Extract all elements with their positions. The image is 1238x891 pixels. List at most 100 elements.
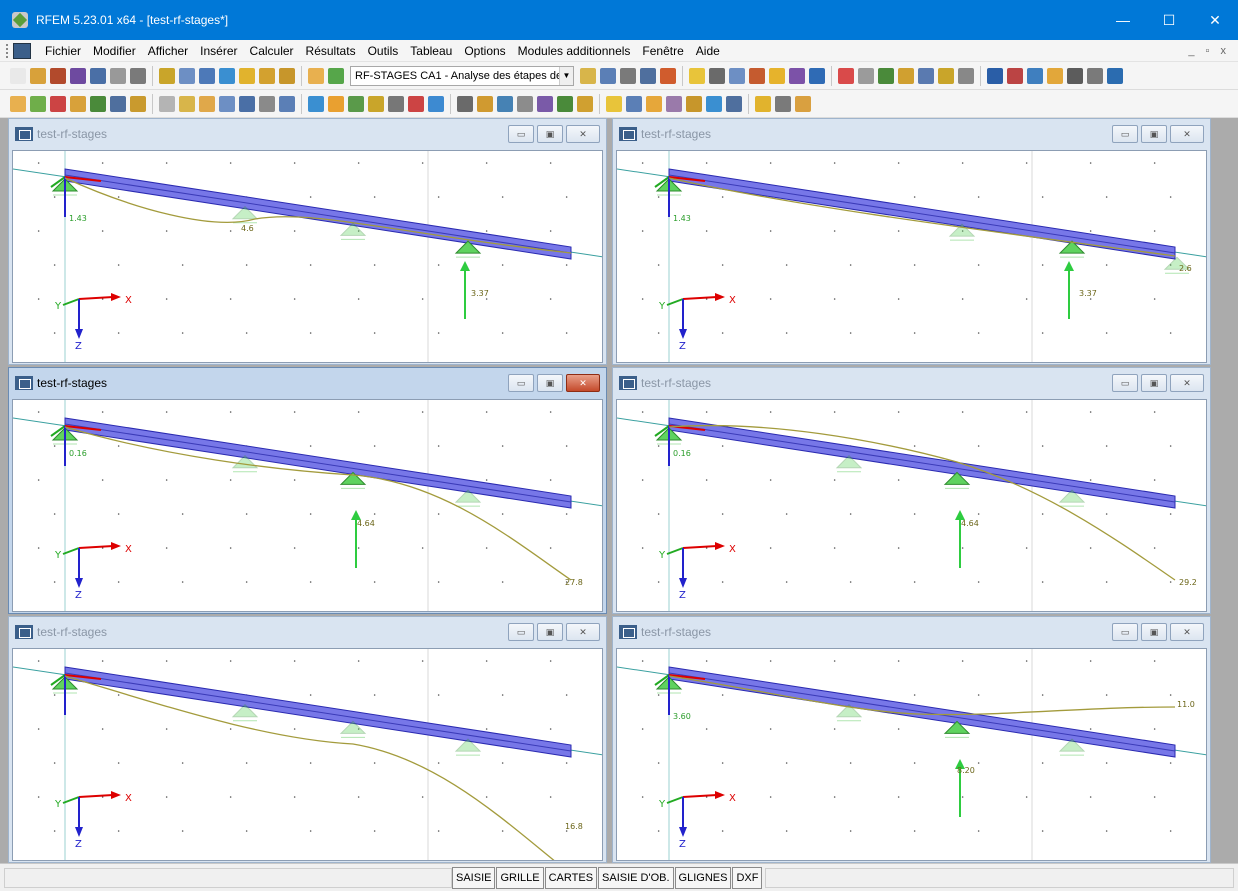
toolbar-tool-icon[interactable] (660, 67, 676, 84)
model-window-6[interactable]: test-rf-stages ▭ ▣ ✕ 3.60 11.0 8.20 X Y Z (612, 616, 1211, 863)
status-dxf-button[interactable]: DXF (732, 866, 763, 889)
menu-resultats[interactable]: Résultats (300, 44, 362, 58)
toolbar-tool-icon[interactable] (686, 95, 702, 112)
document-icon[interactable] (13, 42, 31, 59)
model-window-minimize-button[interactable]: ▭ (1112, 623, 1138, 641)
toolbar-tool-icon[interactable] (775, 95, 791, 112)
toolbar-tool-icon[interactable] (428, 95, 444, 112)
toolbar-tool-icon[interactable] (878, 67, 894, 84)
toolbar-tool-icon[interactable] (557, 95, 573, 112)
toolbar-tool-icon[interactable] (110, 95, 126, 112)
toolbar-tool-icon[interactable] (159, 67, 175, 84)
toolbar-tool-icon[interactable] (898, 67, 914, 84)
toolbar-tool-icon[interactable] (179, 67, 195, 84)
toolbar-tool-icon[interactable] (308, 67, 324, 84)
model-viewport[interactable]: 1.43 4.6 3.37 X Y Z (12, 150, 603, 363)
toolbar-tool-icon[interactable] (517, 95, 533, 112)
toolbar-tool-icon[interactable] (90, 95, 106, 112)
toolbar-tool-icon[interactable] (918, 67, 934, 84)
menu-afficher[interactable]: Afficher (142, 44, 194, 58)
toolbar-tool-icon[interactable] (259, 67, 275, 84)
toolbar-tool-icon[interactable] (620, 67, 636, 84)
toolbar-tool-icon[interactable] (239, 67, 255, 84)
model-window-close-button[interactable]: ✕ (1170, 623, 1204, 641)
toolbar-tool-icon[interactable] (279, 67, 295, 84)
minimize-button[interactable]: — (1100, 0, 1146, 40)
toolbar-tool-icon[interactable] (646, 95, 662, 112)
toolbar-tool-icon[interactable] (308, 95, 324, 112)
toolbar-tool-icon[interactable] (50, 95, 66, 112)
toolbar-tool-icon[interactable] (259, 95, 275, 112)
toolbar-tool-icon[interactable] (706, 95, 722, 112)
toolbar-tool-icon[interactable] (809, 67, 825, 84)
toolbar-tool-icon[interactable] (1027, 67, 1043, 84)
toolbar-tool-icon[interactable] (600, 67, 616, 84)
model-window-restore-button[interactable]: ▣ (537, 623, 563, 641)
toolbar-tool-icon[interactable] (328, 95, 344, 112)
toolbar-tool-icon[interactable] (626, 95, 642, 112)
toolbar-tool-icon[interactable] (130, 67, 146, 84)
chevron-down-icon[interactable]: ▼ (559, 66, 573, 85)
toolbar-tool-icon[interactable] (640, 67, 656, 84)
toolbar-tool-icon[interactable] (70, 67, 86, 84)
toolbar-tool-icon[interactable] (755, 95, 771, 112)
toolbar-tool-icon[interactable] (70, 95, 86, 112)
close-button[interactable]: ✕ (1192, 0, 1238, 40)
menu-outils[interactable]: Outils (362, 44, 405, 58)
maximize-button[interactable]: ☐ (1146, 0, 1192, 40)
model-window-close-button[interactable]: ✕ (1170, 374, 1204, 392)
model-window-minimize-button[interactable]: ▭ (508, 623, 534, 641)
toolbar-tool-icon[interactable] (388, 95, 404, 112)
model-window-close-button[interactable]: ✕ (566, 374, 600, 392)
toolbar-tool-icon[interactable] (219, 95, 235, 112)
toolbar-tool-icon[interactable] (795, 95, 811, 112)
toolbar-tool-icon[interactable] (50, 67, 66, 84)
model-window-titlebar[interactable]: test-rf-stages ▭ ▣ ✕ (613, 119, 1210, 149)
toolbar-tool-icon[interactable] (938, 67, 954, 84)
menu-tableau[interactable]: Tableau (404, 44, 458, 58)
menu-options[interactable]: Options (458, 44, 511, 58)
toolbar-tool-icon[interactable] (749, 67, 765, 84)
toolbar-tool-icon[interactable] (1047, 67, 1063, 84)
menu-inserer[interactable]: Insérer (194, 44, 243, 58)
toolbar-tool-icon[interactable] (279, 95, 295, 112)
model-window-restore-button[interactable]: ▣ (1141, 125, 1167, 143)
model-window-close-button[interactable]: ✕ (566, 125, 600, 143)
model-window-5[interactable]: test-rf-stages ▭ ▣ ✕ 16.8 X Y Z (8, 616, 607, 863)
load-case-combo[interactable]: RF-STAGES CA1 - Analyse des étapes de co… (350, 65, 574, 86)
model-window-titlebar[interactable]: test-rf-stages ▭ ▣ ✕ (9, 617, 606, 647)
model-viewport[interactable]: 0.16 4.64 29.2 X Y Z (616, 399, 1207, 612)
model-viewport[interactable]: 1.43 3.37 2.6 X Y Z (616, 150, 1207, 363)
status-grille-button[interactable]: GRILLE (496, 866, 544, 889)
menu-calculer[interactable]: Calculer (244, 44, 300, 58)
toolbar-tool-icon[interactable] (606, 95, 622, 112)
toolbar-tool-icon[interactable] (199, 67, 215, 84)
toolbar-tool-icon[interactable] (90, 67, 106, 84)
menu-fichier[interactable]: Fichier (39, 44, 87, 58)
toolbar-tool-icon[interactable] (709, 67, 725, 84)
model-viewport[interactable]: 16.8 X Y Z (12, 648, 603, 861)
model-viewport[interactable]: 0.16 4.64 27.8 X Y Z (12, 399, 603, 612)
model-window-3[interactable]: test-rf-stages ▭ ▣ ✕ 0.16 4.64 27.8 X Y Z (8, 367, 607, 614)
model-window-1[interactable]: test-rf-stages ▭ ▣ ✕ 1.43 4.6 3.37 X Y Z (8, 118, 607, 365)
toolbar-tool-icon[interactable] (838, 67, 854, 84)
menu-fenetre[interactable]: Fenêtre (636, 44, 689, 58)
model-window-titlebar[interactable]: test-rf-stages ▭ ▣ ✕ (9, 368, 606, 398)
model-window-titlebar[interactable]: test-rf-stages ▭ ▣ ✕ (9, 119, 606, 149)
model-window-2[interactable]: test-rf-stages ▭ ▣ ✕ 1.43 3.37 2.6 X Y Z (612, 118, 1211, 365)
model-window-restore-button[interactable]: ▣ (537, 374, 563, 392)
toolbar-tool-icon[interactable] (537, 95, 553, 112)
model-window-minimize-button[interactable]: ▭ (508, 125, 534, 143)
toolbar-tool-icon[interactable] (1007, 67, 1023, 84)
toolbar-tool-icon[interactable] (577, 95, 593, 112)
model-window-restore-button[interactable]: ▣ (1141, 623, 1167, 641)
mdi-window-controls[interactable]: _ ▫ x (1188, 45, 1230, 57)
toolbar-tool-icon[interactable] (348, 95, 364, 112)
menu-modifier[interactable]: Modifier (87, 44, 142, 58)
toolbar-tool-icon[interactable] (769, 67, 785, 84)
model-window-titlebar[interactable]: test-rf-stages ▭ ▣ ✕ (613, 368, 1210, 398)
toolbar-tool-icon[interactable] (580, 67, 596, 84)
model-window-restore-button[interactable]: ▣ (537, 125, 563, 143)
toolbar-tool-icon[interactable] (958, 67, 974, 84)
toolbar-tool-icon[interactable] (10, 95, 26, 112)
